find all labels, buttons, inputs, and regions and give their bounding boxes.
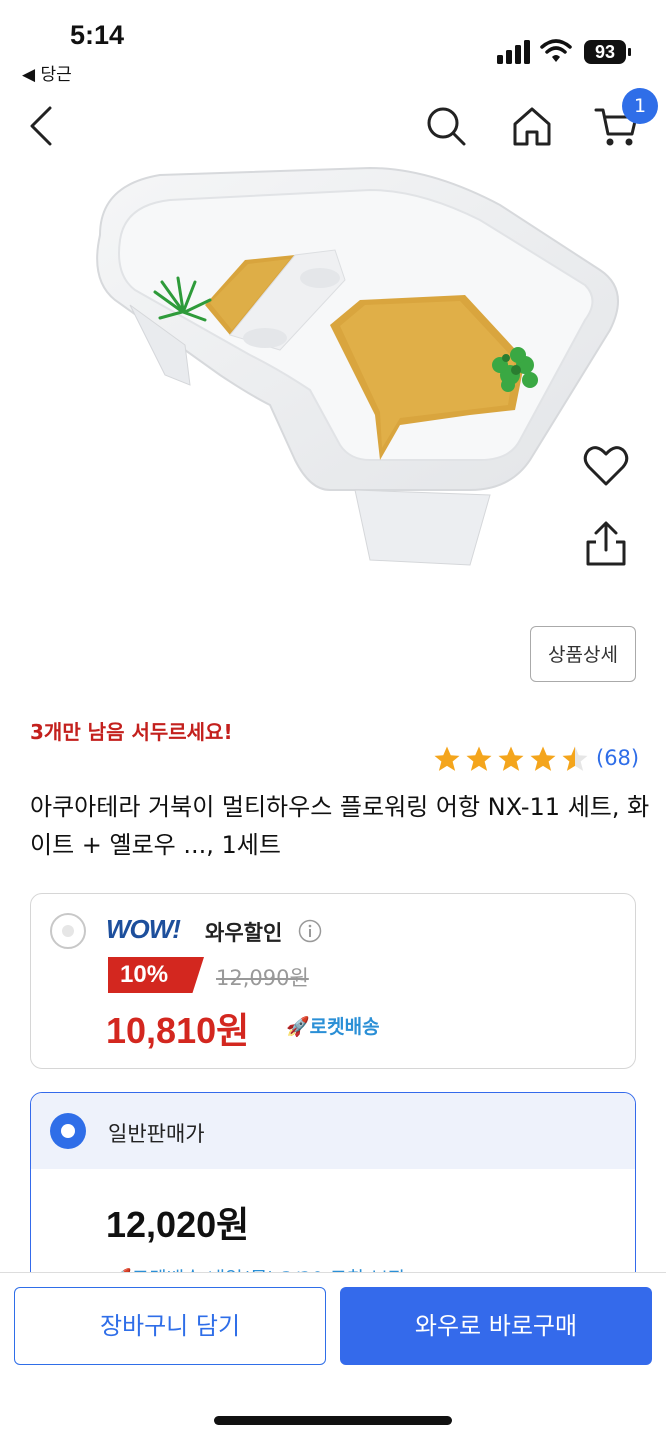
status-time: 5:14	[70, 20, 125, 50]
half-star-icon	[562, 746, 588, 771]
general-option-label: 일반판매가	[108, 1122, 205, 1146]
back-chevron-icon[interactable]	[20, 104, 64, 148]
general-price: 12,020원	[106, 1204, 250, 1245]
search-icon[interactable]	[424, 104, 468, 148]
original-price: 12,090원	[216, 966, 309, 990]
battery-level: 93	[584, 40, 626, 64]
star-icon	[434, 746, 460, 771]
buy-now-button[interactable]: 와우로 바로구매	[340, 1287, 652, 1365]
share-icon[interactable]	[582, 520, 630, 568]
star-icon	[466, 746, 492, 771]
add-to-cart-button[interactable]: 장바구니 담기	[14, 1287, 326, 1365]
back-to-app-link[interactable]: ◀ 당근	[22, 60, 72, 85]
wow-discount-label: 와우할인	[205, 921, 283, 945]
home-icon[interactable]	[510, 104, 554, 148]
cellular-signal-icon	[497, 40, 530, 64]
star-icon	[530, 746, 556, 771]
info-icon[interactable]	[298, 919, 322, 943]
wow-price: 10,810원	[106, 1010, 250, 1051]
product-image[interactable]	[70, 160, 640, 590]
general-option-radio-selected[interactable]	[50, 1113, 86, 1149]
home-indicator[interactable]	[214, 1416, 452, 1425]
heart-wishlist-icon[interactable]	[582, 442, 630, 490]
rocket-delivery-badge: 🚀로켓배송	[286, 1016, 380, 1038]
battery-indicator: 93	[584, 40, 632, 64]
stock-notice: 3개만 남음 서두르세요!	[30, 720, 233, 744]
rating-count[interactable]: (68)	[596, 746, 639, 770]
wifi-icon	[540, 39, 572, 62]
cart-count-badge: 1	[622, 88, 658, 124]
star-icon	[498, 746, 524, 771]
discount-badge: 10%	[108, 957, 204, 993]
wow-option-radio[interactable]	[50, 913, 86, 949]
product-detail-button[interactable]: 상품상세	[530, 626, 636, 682]
wow-logo: WOW!	[106, 914, 181, 944]
rating-stars[interactable]	[432, 744, 590, 774]
product-title: 아쿠아테라 거북이 멀티하우스 플로워링 어항 NX-11 세트, 화이트 + …	[30, 793, 650, 859]
